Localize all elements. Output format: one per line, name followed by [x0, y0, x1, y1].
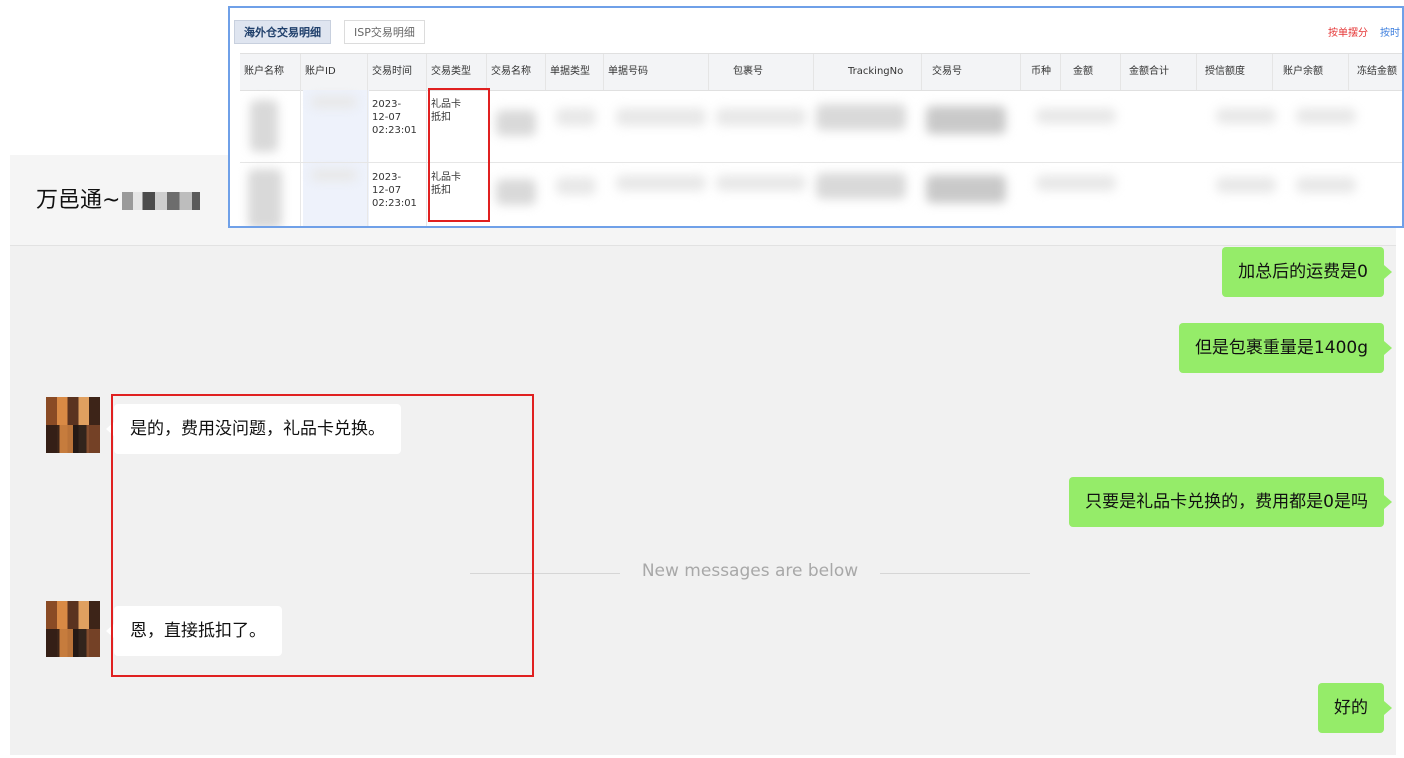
time-line: 02:23:01	[372, 125, 417, 136]
account-id-cell	[300, 90, 367, 162]
column-header[interactable]: 包裹号	[708, 54, 813, 90]
column-header[interactable]: 交易名称	[486, 54, 545, 90]
message-bubble-me[interactable]: 只要是礼品卡兑换的，费用都是0是吗	[1069, 477, 1392, 527]
redacted-cells	[486, 90, 1402, 162]
redacted-blur	[716, 175, 806, 191]
divider-text: New messages are below	[641, 561, 859, 581]
redacted-blur	[556, 177, 596, 195]
table-header: 账户名称 账户ID 交易时间 交易类型 交易名称 单据类型 单据号码 包裹号 T…	[240, 53, 1402, 91]
redacted-blur	[1296, 177, 1356, 193]
transaction-detail-panel: 海外仓交易明细 ISP交易明细 按单摆分 按时 账户名称 账户ID 交易时间 交…	[228, 6, 1404, 228]
redacted-blur	[1216, 177, 1276, 193]
message-text: 好的	[1334, 698, 1368, 718]
trade-time-cell: 2023- 12-07 02:23:01	[367, 163, 426, 226]
column-header[interactable]: 金额	[1060, 54, 1120, 90]
new-messages-divider: New messages are below	[470, 561, 1030, 585]
redacted-blur	[248, 169, 282, 226]
column-header[interactable]: 单据类型	[545, 54, 603, 90]
column-header[interactable]: 交易时间	[367, 54, 426, 90]
redacted-blur	[496, 110, 536, 136]
account-id-cell	[300, 163, 367, 226]
contact-avatar[interactable]	[46, 601, 100, 657]
redacted-blur	[816, 104, 906, 130]
column-header[interactable]: 交易类型	[426, 54, 486, 90]
split-by-order-link[interactable]: 按单摆分	[1328, 24, 1368, 39]
redacted-blur	[1036, 175, 1116, 191]
chat-title: 万邑通~	[36, 182, 201, 214]
time-line: 12-07	[372, 112, 402, 123]
message-text: 加总后的运费是0	[1238, 262, 1368, 282]
message-text: 只要是礼品卡兑换的，费用都是0是吗	[1085, 492, 1368, 512]
redacted-blur	[616, 108, 706, 126]
column-header[interactable]: 交易号	[921, 54, 1020, 90]
table-row[interactable]: 2023- 12-07 02:23:01 礼品卡 抵扣	[240, 90, 1402, 163]
column-header[interactable]: 账户余额	[1272, 54, 1348, 90]
column-header[interactable]: 币种	[1020, 54, 1060, 90]
message-bubble-me[interactable]: 好的	[1318, 683, 1392, 733]
table-row[interactable]: 2023- 12-07 02:23:01 礼品卡 抵扣	[240, 163, 1402, 226]
transaction-table: 账户名称 账户ID 交易时间 交易类型 交易名称 单据类型 单据号码 包裹号 T…	[240, 53, 1402, 226]
redacted-blur	[716, 108, 806, 126]
redacted-blur	[1216, 108, 1276, 124]
redacted-blur	[311, 96, 357, 108]
time-line: 2023-	[372, 99, 402, 110]
column-header[interactable]: TrackingNo	[813, 54, 921, 90]
trade-type-highlight-box	[428, 88, 490, 222]
message-bubble-me[interactable]: 但是包裹重量是1400g	[1178, 323, 1393, 373]
message-bubble-me[interactable]: 加总后的运费是0	[1222, 247, 1392, 297]
tab-overseas-warehouse[interactable]: 海外仓交易明细	[234, 20, 331, 44]
redacted-blur	[926, 175, 1006, 203]
contact-avatar[interactable]	[46, 397, 100, 453]
trade-time-cell: 2023- 12-07 02:23:01	[367, 90, 426, 162]
redacted-blur	[1036, 108, 1116, 124]
redacted-name	[122, 192, 201, 210]
redacted-blur	[496, 179, 536, 205]
message-text: 但是包裹重量是1400g	[1194, 338, 1368, 358]
by-time-link[interactable]: 按时	[1380, 24, 1400, 39]
column-header[interactable]: 账户名称	[240, 54, 300, 90]
redacted-blur	[556, 108, 596, 126]
column-header[interactable]: 金额合计	[1120, 54, 1196, 90]
tab-isp[interactable]: ISP交易明细	[344, 20, 425, 44]
time-line: 12-07	[372, 185, 402, 196]
column-header[interactable]: 冻结金额	[1348, 54, 1402, 90]
redacted-blur	[616, 175, 706, 191]
divider-line	[880, 573, 1030, 574]
redacted-blur	[816, 173, 906, 199]
annotation-highlight-box	[111, 394, 534, 677]
redacted-blur	[1296, 108, 1356, 124]
chat-title-text: 万邑通~	[36, 188, 121, 213]
account-name-cell	[240, 163, 300, 226]
time-line: 2023-	[372, 172, 402, 183]
account-name-cell	[240, 90, 300, 162]
column-header[interactable]: 单据号码	[603, 54, 708, 90]
column-header[interactable]: 授信额度	[1196, 54, 1272, 90]
redacted-cells	[486, 163, 1402, 226]
column-header[interactable]: 账户ID	[300, 54, 367, 90]
redacted-blur	[250, 100, 278, 152]
time-line: 02:23:01	[372, 198, 417, 209]
redacted-blur	[926, 106, 1006, 134]
redacted-blur	[311, 169, 357, 181]
